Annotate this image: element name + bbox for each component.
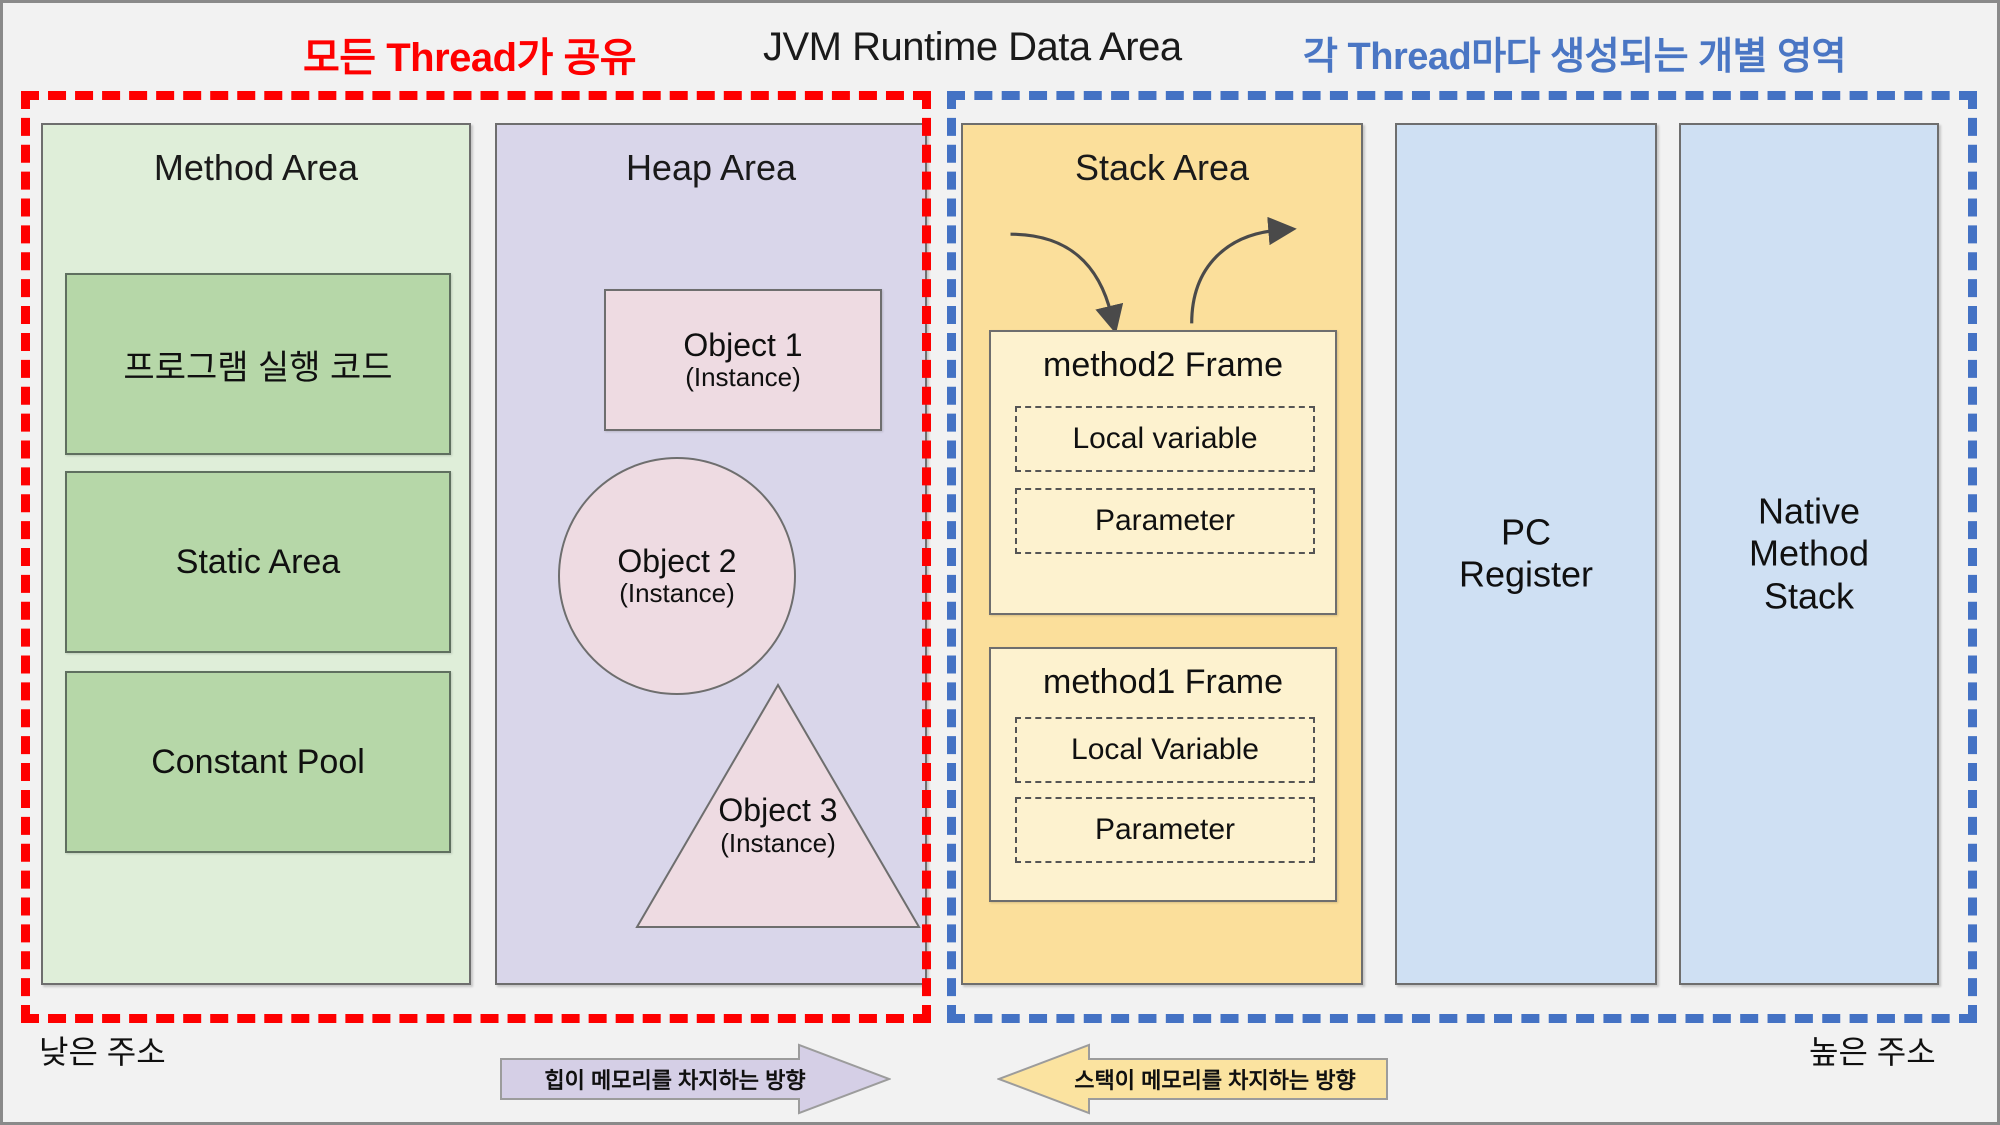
stack-growth-direction-arrow: 스택이 메모리를 차지하는 방향 bbox=[997, 1043, 1389, 1115]
heap-area-region: Heap Area Object 1 (Instance) Object 2 (… bbox=[495, 123, 927, 985]
heap-object-3-name: Object 3 bbox=[718, 792, 838, 828]
heap-object-1-kind: (Instance) bbox=[685, 362, 801, 393]
heap-object-2-name: Object 2 bbox=[617, 542, 737, 579]
native-method-stack-region: Native Method Stack bbox=[1679, 123, 1939, 985]
stack-growth-direction-text: 스택이 메모리를 차지하는 방향 bbox=[1074, 1068, 1356, 1093]
heap-object-3-label: Object 3 (Instance) bbox=[633, 792, 923, 858]
jvm-runtime-data-area-diagram: 모든 Thread가 공유 JVM Runtime Data Area 각 Th… bbox=[0, 0, 2000, 1125]
pc-register-label: PC Register bbox=[1397, 512, 1655, 597]
heap-growth-direction-text: 힙이 메모리를 차지하는 방향 bbox=[544, 1068, 806, 1093]
heap-object-1-rectangle: Object 1 (Instance) bbox=[604, 289, 882, 431]
method-area-box-program-code: 프로그램 실행 코드 bbox=[65, 273, 451, 455]
native-method-stack-label-line2: Method bbox=[1748, 532, 1870, 574]
heap-object-3-triangle: Object 3 (Instance) bbox=[633, 681, 923, 931]
shared-area-caption: 모든 Thread가 공유 bbox=[303, 36, 637, 80]
high-address-label: 높은 주소 bbox=[1809, 1034, 1936, 1070]
method-area-box-constant-pool: Constant Pool bbox=[65, 671, 451, 853]
low-address-label: 낮은 주소 bbox=[39, 1034, 166, 1070]
heap-area-title: Heap Area bbox=[625, 147, 797, 188]
heap-object-1-name: Object 1 bbox=[683, 326, 803, 363]
stack-frame-method2-local-variable: Local variable bbox=[1015, 406, 1315, 472]
stack-area-region: Stack Area method2 Frame Local variable … bbox=[961, 123, 1363, 985]
stack-frame-method1-title: method1 Frame bbox=[1043, 663, 1283, 701]
stack-frame-method1-local-variable: Local Variable bbox=[1015, 717, 1315, 783]
heap-object-1-label: Object 1 (Instance) bbox=[683, 326, 803, 393]
stack-frame-method1: method1 Frame Local Variable Parameter bbox=[989, 647, 1337, 902]
method-area-box-static-area: Static Area bbox=[65, 471, 451, 653]
heap-object-2-label: Object 2 (Instance) bbox=[617, 542, 737, 609]
heap-object-2-circle: Object 2 (Instance) bbox=[558, 457, 796, 695]
pc-register-region: PC Register bbox=[1395, 123, 1657, 985]
stack-frame-method2: method2 Frame Local variable Parameter bbox=[989, 330, 1337, 615]
stack-area-title: Stack Area bbox=[1074, 147, 1250, 188]
native-method-stack-label: Native Method Stack bbox=[1681, 490, 1937, 617]
heap-growth-direction-arrow: 힙이 메모리를 차지하는 방향 bbox=[499, 1043, 891, 1115]
pop-arrow bbox=[1190, 216, 1297, 324]
per-thread-area-caption: 각 Thread마다 생성되는 개별 영역 bbox=[1303, 36, 1846, 78]
native-method-stack-label-line3: Stack bbox=[1763, 575, 1855, 617]
native-method-stack-label-line1: Native bbox=[1757, 490, 1861, 532]
stack-frame-method2-title: method2 Frame bbox=[1043, 346, 1283, 384]
stack-frame-method2-parameter: Parameter bbox=[1015, 488, 1315, 554]
method-area-region: Method Area 프로그램 실행 코드 Static Area Const… bbox=[41, 123, 471, 985]
diagram-title: JVM Runtime Data Area bbox=[763, 25, 1182, 69]
pc-register-label-line1: PC bbox=[1500, 511, 1551, 553]
stack-frame-method1-parameter: Parameter bbox=[1015, 797, 1315, 863]
method-area-title: Method Area bbox=[153, 147, 359, 188]
heap-object-3-kind: (Instance) bbox=[720, 827, 836, 858]
pc-register-label-line2: Register bbox=[1458, 554, 1594, 595]
push-arrow bbox=[1010, 232, 1124, 334]
heap-object-2-kind: (Instance) bbox=[619, 578, 735, 609]
